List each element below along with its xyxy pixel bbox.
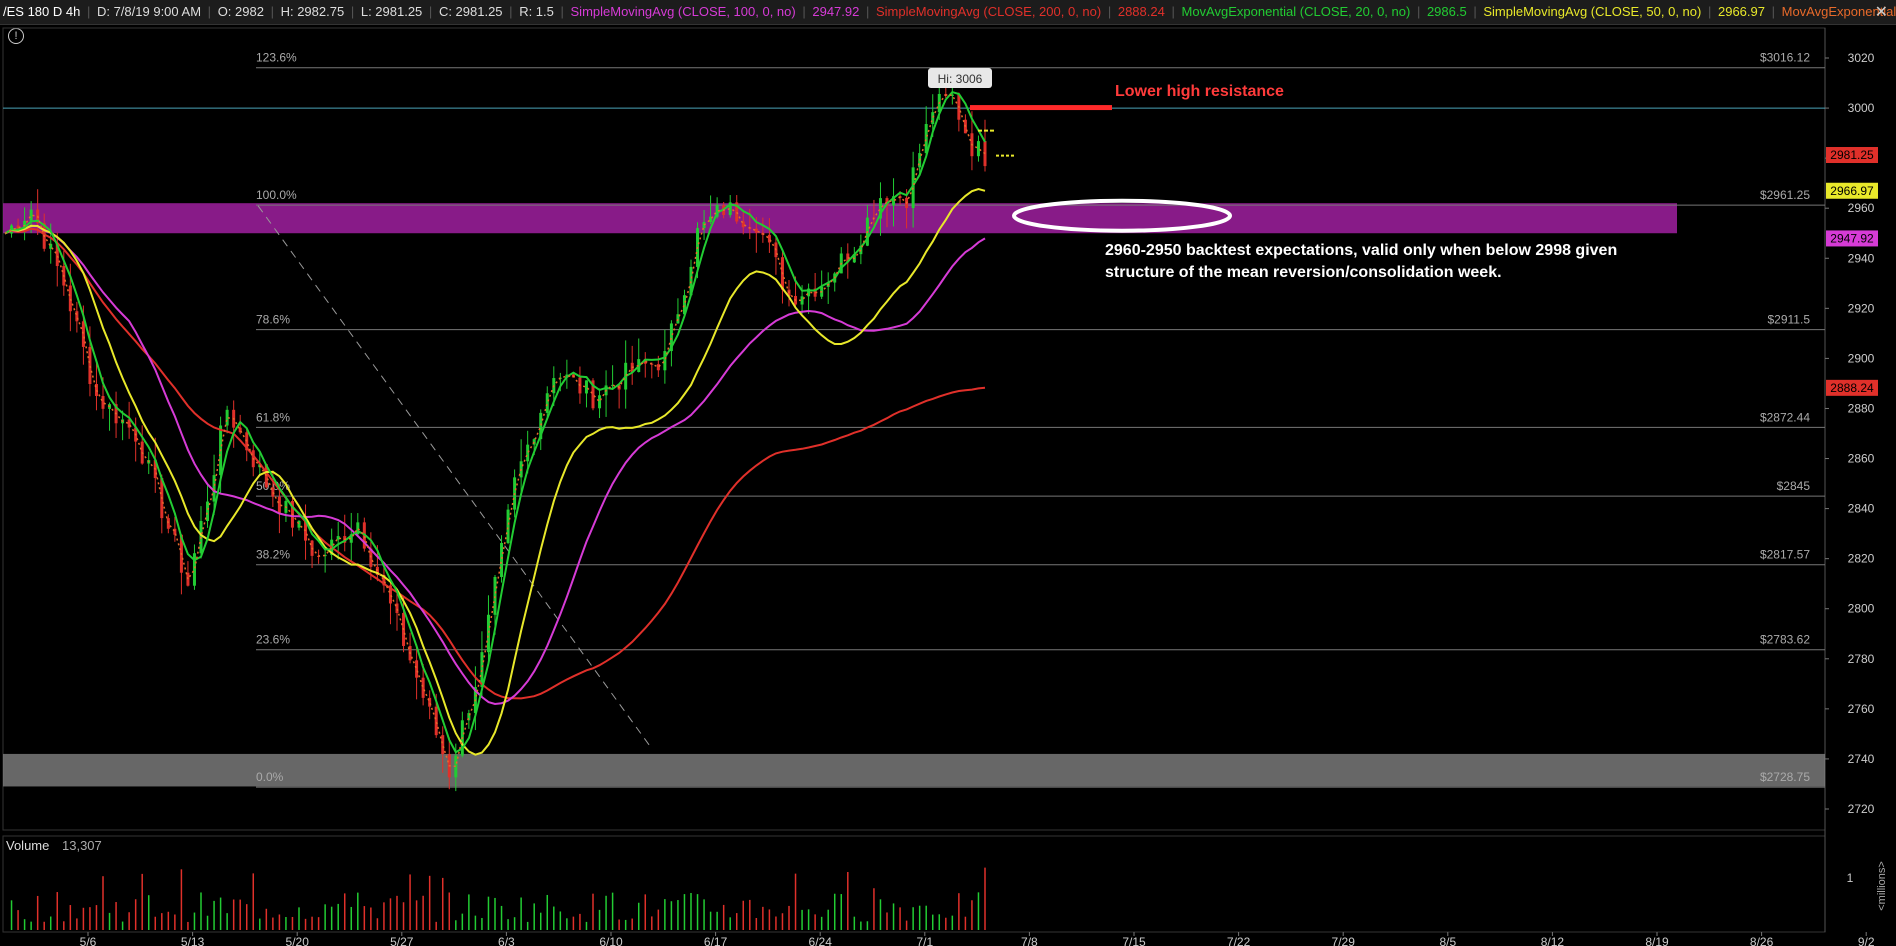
backtest-note-line2: structure of the mean reversion/consolid… — [1105, 264, 1502, 281]
zone-0 — [3, 203, 1677, 234]
x-tick-label-11: 7/22 — [1227, 935, 1251, 946]
volume-axis-tick: 1 — [1847, 871, 1854, 885]
ema8-line — [4, 94, 986, 768]
x-tick-label-9: 7/8 — [1021, 935, 1038, 946]
y-tick-label-10: 2920 — [1848, 301, 1875, 315]
candle-body-66 — [434, 706, 438, 736]
y-tick-label-9: 2900 — [1848, 351, 1875, 365]
y-tick-label-6: 2840 — [1848, 502, 1875, 516]
candle-body-15 — [101, 395, 105, 409]
resistance-note: Lower high resistance — [1115, 83, 1284, 100]
candle-body-25 — [166, 518, 170, 529]
fib-pct-5: 38.2% — [256, 548, 290, 562]
candle-body-12 — [81, 321, 85, 347]
candle-body-42 — [277, 496, 281, 513]
candle-body-89 — [584, 380, 588, 394]
x-tick-label-10: 7/15 — [1122, 935, 1146, 946]
fib-pct-2: 78.6% — [256, 313, 290, 327]
y-tick-label-8: 2880 — [1848, 401, 1875, 415]
x-tick-label-17: 9/2 — [1858, 935, 1875, 946]
volume-axis-label: <millions> — [1876, 861, 1888, 911]
candle-body-149 — [976, 141, 980, 157]
fib-price-7: $2728.75 — [1760, 770, 1810, 784]
x-tick-label-5: 6/10 — [599, 935, 623, 946]
x-tick-label-6: 6/17 — [704, 935, 728, 946]
candle-body-10 — [68, 285, 72, 312]
x-tick-label-2: 5/20 — [286, 935, 310, 946]
fib-price-5: $2817.57 — [1760, 548, 1810, 562]
x-tick-label-0: 5/6 — [80, 935, 97, 946]
fib-pct-7: 0.0% — [256, 770, 284, 784]
backtest-note-line1: 2960-2950 backtest expectations, valid o… — [1105, 242, 1618, 259]
fib-pct-1: 100.0% — [256, 188, 297, 202]
y-tick-label-0: 2720 — [1848, 802, 1875, 816]
candle-body-115 — [754, 228, 758, 233]
fib-price-1: $2961.25 — [1760, 188, 1810, 202]
fib-price-4: $2845 — [1777, 479, 1811, 493]
fib-pct-0: 123.6% — [256, 51, 297, 65]
x-tick-label-1: 5/13 — [181, 935, 205, 946]
x-tick-label-15: 8/19 — [1645, 935, 1669, 946]
y-tick-label-14: 3000 — [1848, 101, 1875, 115]
fib-price-3: $2872.44 — [1760, 410, 1810, 424]
x-tick-label-12: 7/29 — [1332, 935, 1356, 946]
y-tick-label-7: 2860 — [1848, 452, 1875, 466]
candle-body-77 — [506, 509, 510, 543]
y-tick-label-2: 2760 — [1848, 702, 1875, 716]
resistance-marker — [970, 105, 1112, 111]
candle-body-91 — [598, 395, 602, 409]
candle-body-11 — [75, 311, 79, 322]
y-tick-label-3: 2780 — [1848, 652, 1875, 666]
x-tick-label-16: 8/26 — [1750, 935, 1774, 946]
candle-body-28 — [186, 572, 190, 586]
price-pane — [2, 27, 1826, 831]
volume-value: 13,307 — [62, 838, 102, 853]
x-tick-label-4: 6/3 — [498, 935, 515, 946]
candle-body-63 — [415, 660, 419, 678]
volume-pane — [2, 835, 1826, 933]
candle-body-83 — [545, 393, 549, 413]
y-tick-label-4: 2800 — [1848, 602, 1875, 616]
candle-body-74 — [486, 614, 490, 653]
y-tick-label-11: 2940 — [1848, 251, 1875, 265]
fib-price-2: $2911.5 — [1768, 313, 1811, 327]
candle-body-4 — [29, 209, 33, 221]
candle-body-75 — [493, 576, 497, 615]
x-tick-label-3: 5/27 — [390, 935, 414, 946]
price-badge-2: 2947.92 — [1830, 231, 1874, 245]
fib-pct-3: 61.8% — [256, 410, 290, 424]
fib-pct-6: 23.6% — [256, 633, 290, 647]
price-badge-1: 2966.97 — [1830, 184, 1874, 198]
candle-body-67 — [441, 735, 445, 755]
candle-body-80 — [526, 444, 530, 462]
hi-label: Hi: 3006 — [938, 72, 983, 86]
y-tick-label-15: 3020 — [1848, 51, 1875, 65]
fib-price-6: $2783.62 — [1760, 633, 1810, 647]
candle-body-76 — [500, 542, 504, 577]
candle-body-101 — [663, 351, 667, 371]
x-tick-label-7: 6/24 — [809, 935, 833, 946]
price-chart[interactable]: 123.6% $3016.12100.0% $2961.2578.6% $2911.5… — [0, 0, 1896, 946]
x-tick-label-8: 7/1 — [916, 935, 933, 946]
price-badge-0: 2981.25 — [1830, 148, 1874, 162]
fib-price-0: $3016.12 — [1760, 51, 1810, 65]
y-tick-label-12: 2960 — [1848, 201, 1875, 215]
price-badge-3: 2888.24 — [1830, 381, 1874, 395]
candle-body-64 — [421, 677, 425, 698]
x-tick-label-14: 8/12 — [1541, 935, 1565, 946]
candle-body-13 — [88, 346, 92, 385]
x-tick-label-13: 8/5 — [1439, 935, 1456, 946]
volume-label: Volume — [6, 838, 49, 853]
ema20-line — [4, 90, 986, 754]
y-tick-label-5: 2820 — [1848, 552, 1875, 566]
y-tick-label-1: 2740 — [1848, 752, 1875, 766]
candle-body-81 — [532, 439, 536, 445]
